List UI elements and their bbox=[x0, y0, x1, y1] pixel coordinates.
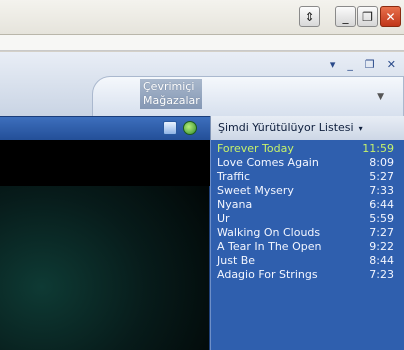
playlist-selector[interactable]: Şimdi Yürütülüyor Listesi ▾ bbox=[210, 116, 404, 140]
track-title: Just Be bbox=[217, 254, 256, 267]
window-titlebar: ⇕ _ ❐ ✕ bbox=[0, 0, 404, 35]
track-title: Adagio For Strings bbox=[217, 268, 318, 281]
track-title: Love Comes Again bbox=[217, 156, 319, 169]
track-duration: 7:33 bbox=[369, 184, 394, 197]
track-title: Traffic bbox=[217, 170, 251, 183]
playlist-item[interactable]: Walking On Clouds 7:27 bbox=[211, 226, 404, 240]
track-duration: 6:44 bbox=[369, 198, 394, 211]
menu-strip bbox=[0, 35, 404, 51]
playlist-item[interactable]: Just Be 8:44 bbox=[211, 254, 404, 268]
playlist-title[interactable]: Şimdi Yürütülüyor Listesi bbox=[218, 121, 354, 134]
playlist-item[interactable]: Traffic 5:27 bbox=[211, 170, 404, 184]
track-title: Ur bbox=[217, 212, 230, 225]
maximize-button[interactable]: ❐ bbox=[357, 6, 378, 27]
playlist-item[interactable]: Sweet Mysery 7:33 bbox=[211, 184, 404, 198]
online-stores-tab[interactable] bbox=[92, 76, 404, 116]
track-duration: 7:23 bbox=[369, 268, 394, 281]
track-duration: 8:44 bbox=[369, 254, 394, 267]
menu-caret-icon[interactable]: ▾ bbox=[330, 58, 336, 71]
track-duration: 5:27 bbox=[369, 170, 394, 183]
playlist-item[interactable]: Love Comes Again 8:09 bbox=[211, 156, 404, 170]
online-stores-dropdown-icon[interactable]: ▼ bbox=[377, 92, 384, 102]
track-title: Sweet Mysery bbox=[217, 184, 294, 197]
track-title: Walking On Clouds bbox=[217, 226, 321, 239]
playlist-item[interactable]: Ur 5:59 bbox=[211, 212, 404, 226]
close-button[interactable]: ✕ bbox=[380, 6, 401, 27]
playlist-item[interactable]: Forever Today 11:59 bbox=[211, 142, 404, 156]
track-duration: 8:09 bbox=[369, 156, 394, 169]
video-top-band bbox=[0, 140, 210, 186]
player-header: ▾ _ ❐ ✕ Çevrimiçi Mağazalar ▼ bbox=[0, 52, 404, 116]
close-player-button[interactable]: ✕ bbox=[387, 58, 396, 71]
update-icon[interactable] bbox=[183, 121, 197, 135]
track-duration: 9:22 bbox=[369, 240, 394, 253]
track-title: Forever Today bbox=[217, 142, 294, 155]
minimize-button[interactable]: _ bbox=[335, 6, 356, 27]
track-title: Nyana bbox=[217, 198, 253, 211]
playlist-item[interactable]: Adagio For Strings 7:23 bbox=[211, 268, 404, 282]
video-area[interactable] bbox=[0, 140, 210, 350]
playlist-item[interactable]: Nyana 6:44 bbox=[211, 198, 404, 212]
view-switch-icon[interactable] bbox=[163, 121, 177, 135]
playlist-dropdown-icon[interactable]: ▾ bbox=[359, 124, 363, 133]
header-controls: ▾ _ ❐ ✕ bbox=[330, 58, 396, 71]
online-stores-label[interactable]: Çevrimiçi Mağazalar bbox=[140, 79, 202, 109]
now-playing-list: Forever Today 11:59 Love Comes Again 8:09 Tr… bbox=[210, 140, 404, 350]
track-title: A Tear In The Open bbox=[217, 240, 322, 253]
playlist-item[interactable]: A Tear In The Open 9:22 bbox=[211, 240, 404, 254]
track-duration: 5:59 bbox=[369, 212, 394, 225]
minimize-player-button[interactable]: _ bbox=[347, 58, 353, 71]
track-duration: 7:27 bbox=[369, 226, 394, 239]
track-duration: 11:59 bbox=[362, 142, 394, 155]
restore-player-button[interactable]: ❐ bbox=[365, 58, 375, 71]
scroll-icon[interactable]: ⇕ bbox=[299, 6, 320, 27]
